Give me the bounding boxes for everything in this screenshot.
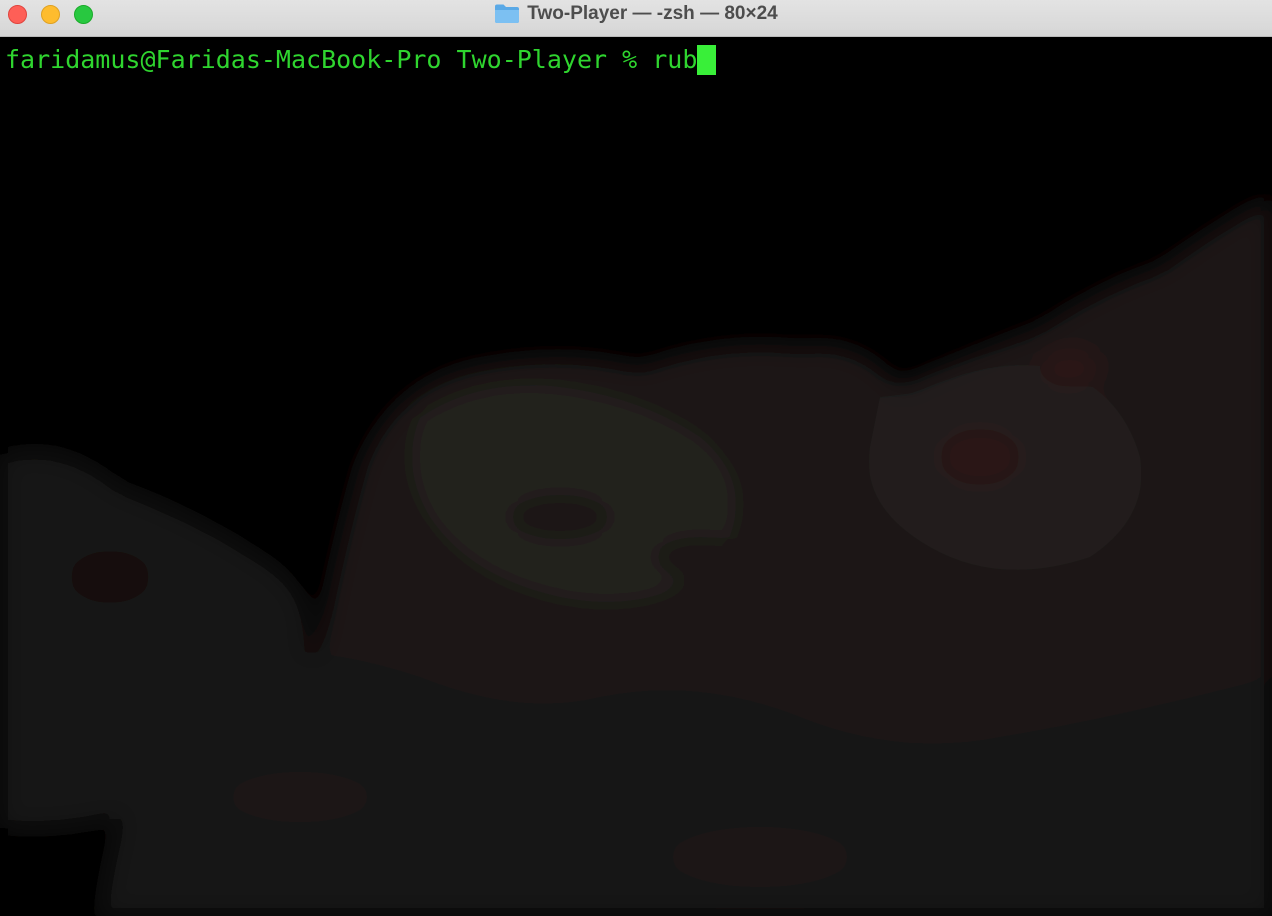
shell-prompt: faridamus@Faridas-MacBook-Pro Two-Player… — [5, 45, 653, 74]
window-title: Two-Player — -zsh — 80×24 — [527, 3, 778, 24]
window-title-area: Two-Player — -zsh — 80×24 — [0, 0, 1272, 28]
text-cursor — [697, 45, 717, 75]
terminal-window: Two-Player — -zsh — 80×24 faridamus@Fari… — [0, 0, 1272, 916]
terminal-background-image — [0, 197, 1272, 916]
command-input[interactable]: rub — [652, 45, 697, 74]
folder-icon — [495, 4, 520, 23]
terminal-content-area[interactable]: faridamus@Faridas-MacBook-Pro Two-Player… — [0, 37, 1272, 916]
title-bar[interactable]: Two-Player — -zsh — 80×24 — [0, 0, 1272, 37]
command-line[interactable]: faridamus@Faridas-MacBook-Pro Two-Player… — [5, 45, 717, 75]
